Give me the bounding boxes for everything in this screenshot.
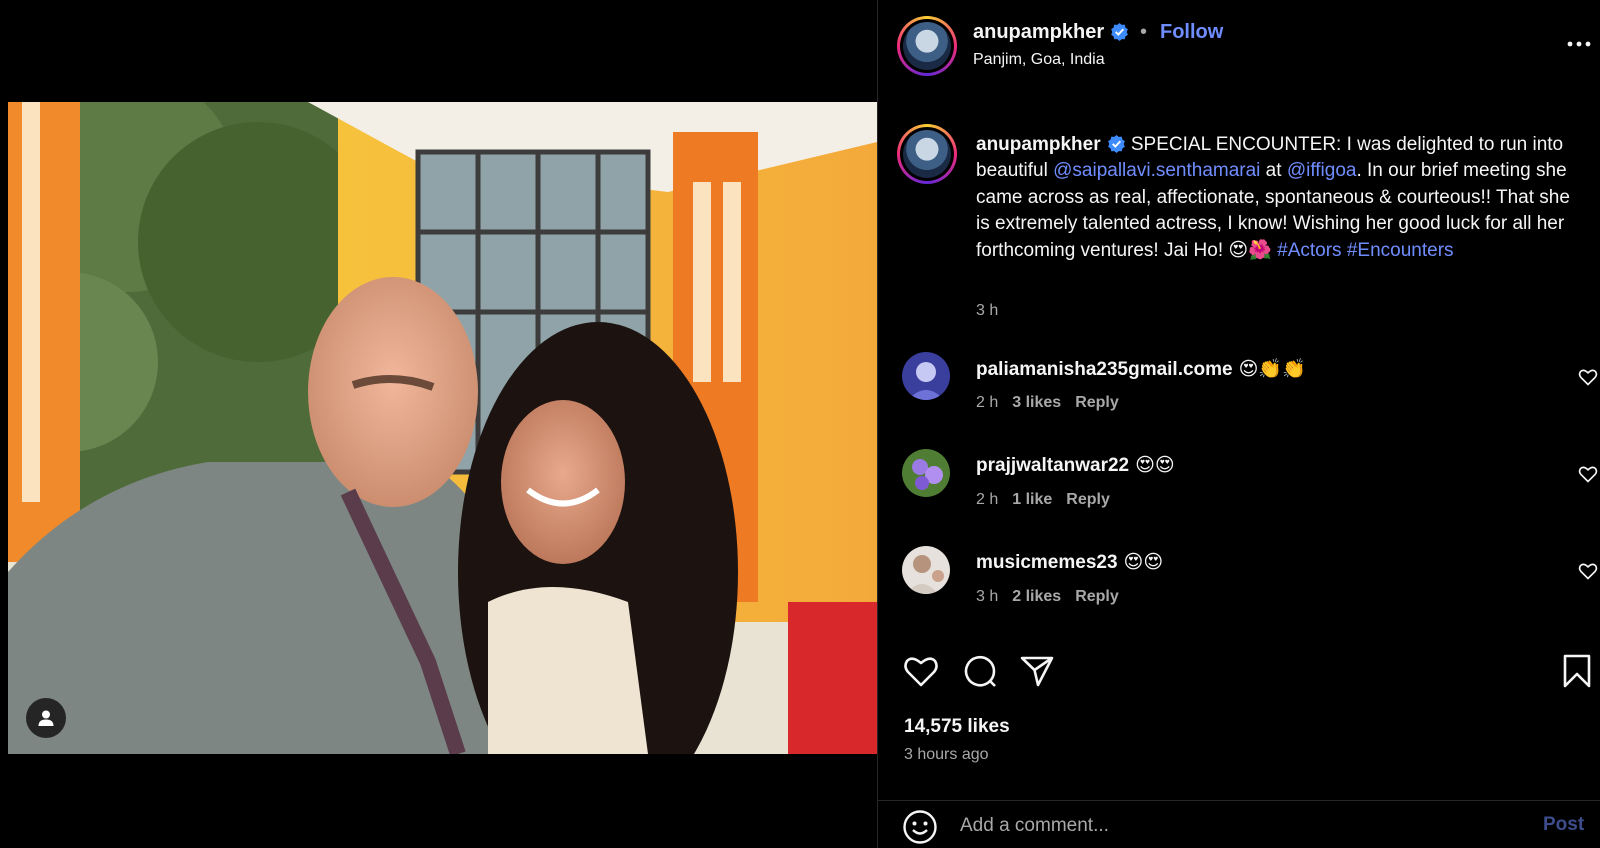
caption-emojis: 😍🌺 — [1228, 239, 1278, 261]
post-location[interactable]: Panjim, Goa, India — [973, 51, 1105, 69]
caption-text-part: at — [1260, 160, 1287, 182]
hashtag-link[interactable]: #Encounters — [1347, 240, 1454, 261]
comment-meta: 2 h 3 likes Reply — [976, 394, 1133, 412]
author-avatar[interactable] — [897, 16, 957, 76]
reply-button[interactable]: Reply — [1075, 588, 1119, 605]
user-icon — [38, 710, 54, 726]
commenter-avatar[interactable] — [902, 546, 950, 594]
comment-heart-icon[interactable] — [1578, 561, 1598, 581]
comment-heart-icon[interactable] — [1578, 367, 1598, 387]
caption-username[interactable]: anupampkher — [976, 134, 1101, 155]
comment-time[interactable]: 3 h — [976, 588, 998, 605]
comment-username[interactable]: musicmemes23 😍😍 — [976, 551, 1163, 574]
post-actions-bar — [878, 652, 1600, 692]
mention-link[interactable]: @saipallavi.senthamarai — [1053, 160, 1260, 181]
media-pane — [0, 0, 877, 848]
bookmark-icon[interactable] — [1558, 652, 1596, 690]
post-timestamp[interactable]: 3 hours ago — [904, 746, 989, 764]
comment-time[interactable]: 2 h — [976, 491, 998, 508]
comment-meta: 3 h 2 likes Reply — [976, 588, 1133, 606]
comment-username-text[interactable]: paliamanisha235gmail.come — [976, 359, 1233, 380]
commenter-avatar[interactable] — [902, 352, 950, 400]
comment-icon[interactable] — [961, 652, 999, 690]
caption-timestamp[interactable]: 3 h — [976, 302, 998, 320]
comment-text: 😍😍 — [1135, 455, 1175, 476]
emoji-icon[interactable] — [902, 809, 938, 845]
reply-button[interactable]: Reply — [1066, 491, 1110, 508]
comment-text: 😍👏👏 — [1238, 359, 1306, 380]
add-comment-bar: Post — [878, 800, 1600, 848]
heart-icon[interactable] — [902, 652, 940, 690]
post-side-panel: anupampkher • Follow Panjim, Goa, India … — [877, 0, 1600, 848]
more-horizontal-icon[interactable] — [1565, 34, 1593, 54]
follow-button[interactable]: Follow — [1160, 21, 1223, 44]
caption-author-avatar[interactable] — [897, 124, 957, 184]
verified-badge-icon — [1111, 22, 1129, 41]
author-username[interactable]: anupampkher — [973, 21, 1129, 44]
comment-username-text[interactable]: musicmemes23 — [976, 552, 1118, 573]
share-icon[interactable] — [1018, 652, 1056, 690]
comment-username-text[interactable]: prajjwaltanwar22 — [976, 455, 1129, 476]
comment-heart-icon[interactable] — [1578, 464, 1598, 484]
comment-likes[interactable]: 1 like — [1012, 491, 1052, 508]
separator-dot: • — [1140, 21, 1148, 43]
comment-time[interactable]: 2 h — [976, 394, 998, 411]
comment-likes[interactable]: 3 likes — [1012, 394, 1061, 411]
verified-badge-icon — [1107, 134, 1125, 153]
comment-username[interactable]: prajjwaltanwar22 😍😍 — [976, 454, 1175, 477]
author-username-text[interactable]: anupampkher — [973, 21, 1104, 43]
comment-meta: 2 h 1 like Reply — [976, 491, 1124, 509]
reply-button[interactable]: Reply — [1075, 394, 1119, 411]
mention-link[interactable]: @iffigoa — [1287, 160, 1357, 181]
commenter-avatar[interactable] — [902, 449, 950, 497]
likes-count[interactable]: 14,575 likes — [904, 716, 1010, 738]
hashtag-link[interactable]: #Actors — [1277, 240, 1341, 261]
post-photo[interactable] — [8, 102, 877, 754]
comment-item: paliamanisha235gmail.come 😍👏👏 2 h 3 likes R… — [878, 352, 1600, 432]
comment-likes[interactable]: 2 likes — [1012, 588, 1061, 605]
comment-username[interactable]: paliamanisha235gmail.come 😍👏👏 — [976, 357, 1306, 381]
caption-text: anupampkher SPECIAL ENCOUNTER: I was del… — [976, 132, 1576, 264]
comment-item: prajjwaltanwar22 😍😍 2 h 1 like Reply — [878, 449, 1600, 529]
comment-input[interactable] — [960, 811, 1500, 841]
comment-text: 😍😍 — [1123, 552, 1164, 573]
comment-item: musicmemes23 😍😍 3 h 2 likes Reply — [878, 546, 1600, 626]
tagged-users-button[interactable] — [26, 698, 66, 738]
post-comment-button[interactable]: Post — [1543, 814, 1584, 836]
post-header: anupampkher • Follow Panjim, Goa, India — [878, 0, 1600, 92]
